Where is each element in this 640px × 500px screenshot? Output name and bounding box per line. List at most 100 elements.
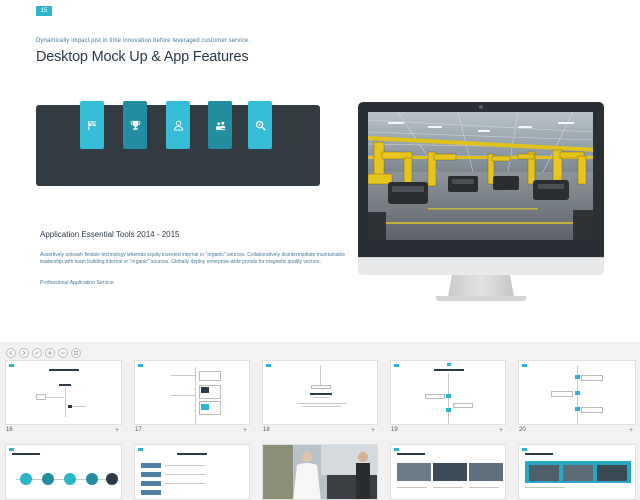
add-slide-18-button[interactable]: + bbox=[371, 427, 375, 434]
thumbnail-slide-25[interactable] bbox=[518, 444, 636, 500]
thumb-connector bbox=[171, 395, 195, 396]
tools-description: Assertively unleash flexible technology … bbox=[40, 252, 346, 266]
search-icon bbox=[255, 120, 266, 131]
thumb-top-marker bbox=[447, 363, 451, 366]
thumbnail-slide-23[interactable] bbox=[262, 444, 378, 500]
thumb-title-bar bbox=[177, 453, 207, 455]
thumb-photo bbox=[529, 465, 559, 481]
thumb-title-bar bbox=[12, 453, 40, 455]
camera-icon bbox=[479, 105, 483, 109]
slide-subtitle: Dynamically impact just in time innovati… bbox=[36, 38, 251, 44]
thumb-row bbox=[141, 472, 161, 477]
zoom-out-button[interactable] bbox=[58, 348, 68, 358]
zoom-in-button[interactable] bbox=[45, 348, 55, 358]
tools-footer: Professional Application Service bbox=[40, 280, 114, 286]
thumbnail-slide-21[interactable] bbox=[5, 444, 122, 500]
thumb-heading bbox=[59, 384, 71, 386]
thumb-connector bbox=[171, 375, 195, 376]
thumb-box bbox=[199, 371, 221, 381]
thumb-marker bbox=[446, 394, 451, 398]
thumbnail-slide-16[interactable] bbox=[5, 360, 122, 425]
thumb-text-line bbox=[165, 474, 205, 475]
main-slide: 15 Dynamically impact just in time innov… bbox=[0, 0, 640, 342]
thumbnail-label-19: 19 bbox=[391, 427, 398, 433]
monitor-chin bbox=[358, 257, 604, 275]
thumb-marker bbox=[575, 407, 580, 411]
monitor-stand bbox=[448, 275, 514, 297]
link-icon bbox=[35, 351, 39, 355]
thumb-title-bar bbox=[397, 453, 425, 455]
thumb-photo bbox=[563, 465, 593, 481]
add-slide-20-button[interactable]: + bbox=[629, 427, 633, 434]
feature-tab-team[interactable] bbox=[208, 101, 232, 149]
thumb-number-badge bbox=[138, 364, 143, 367]
thumb-number-badge bbox=[9, 364, 14, 367]
thumb-number-badge bbox=[522, 364, 527, 367]
forward-icon bbox=[22, 350, 26, 356]
monitor-screen-image bbox=[368, 112, 593, 240]
thumb-node bbox=[42, 473, 54, 485]
thumb-connector bbox=[46, 397, 64, 398]
add-slide-19-button[interactable]: + bbox=[499, 427, 503, 434]
thumbnail-label-17: 17 bbox=[135, 427, 142, 433]
thumb-photo bbox=[201, 404, 209, 410]
add-slide-16-button[interactable]: + bbox=[115, 427, 119, 434]
thumb-number-badge bbox=[9, 448, 14, 451]
thumb-box bbox=[453, 403, 473, 408]
thumb-text-line bbox=[313, 397, 329, 398]
thumb-photo bbox=[597, 465, 627, 481]
thumb-number-badge bbox=[394, 448, 399, 451]
feature-tab-user[interactable] bbox=[166, 101, 190, 149]
feature-tab-trophy[interactable] bbox=[123, 101, 147, 149]
thumb-row bbox=[141, 490, 161, 495]
feature-tab-search[interactable] bbox=[248, 101, 272, 149]
thumb-box bbox=[581, 375, 603, 381]
thumb-box bbox=[551, 391, 573, 397]
thumb-number-badge bbox=[522, 448, 527, 451]
thumb-text-line bbox=[72, 406, 86, 407]
thumb-text-line bbox=[525, 487, 565, 488]
grid-icon bbox=[74, 351, 78, 355]
thumb-photo bbox=[201, 387, 209, 393]
thumb-text-line bbox=[165, 483, 205, 484]
thumb-text-line bbox=[397, 487, 427, 488]
tools-heading: Application Essential Tools 2014 - 2015 bbox=[40, 230, 180, 239]
viewer-toolbar bbox=[6, 348, 81, 358]
feature-tab-flag[interactable] bbox=[80, 101, 104, 149]
thumb-heading bbox=[310, 393, 332, 395]
thumb-marker bbox=[575, 375, 580, 379]
grid-button[interactable] bbox=[71, 348, 81, 358]
back-button[interactable] bbox=[6, 348, 16, 358]
zoom-in-icon bbox=[48, 351, 52, 355]
thumb-node bbox=[106, 473, 118, 485]
add-slide-17-button[interactable]: + bbox=[243, 427, 247, 434]
thumb-timeline bbox=[320, 365, 321, 385]
thumb-row bbox=[141, 463, 161, 468]
thumb-text-line bbox=[433, 487, 463, 488]
thumb-text-line bbox=[303, 406, 341, 407]
thumb-title-bar bbox=[525, 453, 553, 455]
thumbnail-slide-17[interactable] bbox=[134, 360, 250, 425]
thumbnail-slide-20[interactable] bbox=[518, 360, 636, 425]
link-button[interactable] bbox=[32, 348, 42, 358]
thumbnail-slide-24[interactable] bbox=[390, 444, 506, 500]
thumb-text-line bbox=[297, 403, 347, 404]
thumb-number-badge bbox=[394, 364, 399, 367]
thumbnail-slide-18[interactable] bbox=[262, 360, 378, 425]
thumb-timeline bbox=[577, 365, 578, 424]
factory-photo bbox=[368, 112, 593, 240]
user-icon bbox=[173, 120, 183, 131]
thumb-node bbox=[20, 473, 32, 485]
zoom-out-icon bbox=[61, 352, 65, 354]
thumb-box bbox=[311, 385, 331, 389]
trophy-icon bbox=[130, 120, 140, 130]
thumbnail-label-16: 16 bbox=[6, 427, 13, 433]
thumb-timeline bbox=[65, 387, 66, 417]
monitor-base bbox=[436, 296, 526, 301]
thumb-photo bbox=[433, 463, 467, 481]
forward-button[interactable] bbox=[19, 348, 29, 358]
thumb-text-line bbox=[165, 465, 205, 466]
thumb-marker bbox=[575, 391, 580, 395]
thumbnail-slide-19[interactable] bbox=[390, 360, 506, 425]
thumbnail-slide-22[interactable] bbox=[134, 444, 250, 500]
